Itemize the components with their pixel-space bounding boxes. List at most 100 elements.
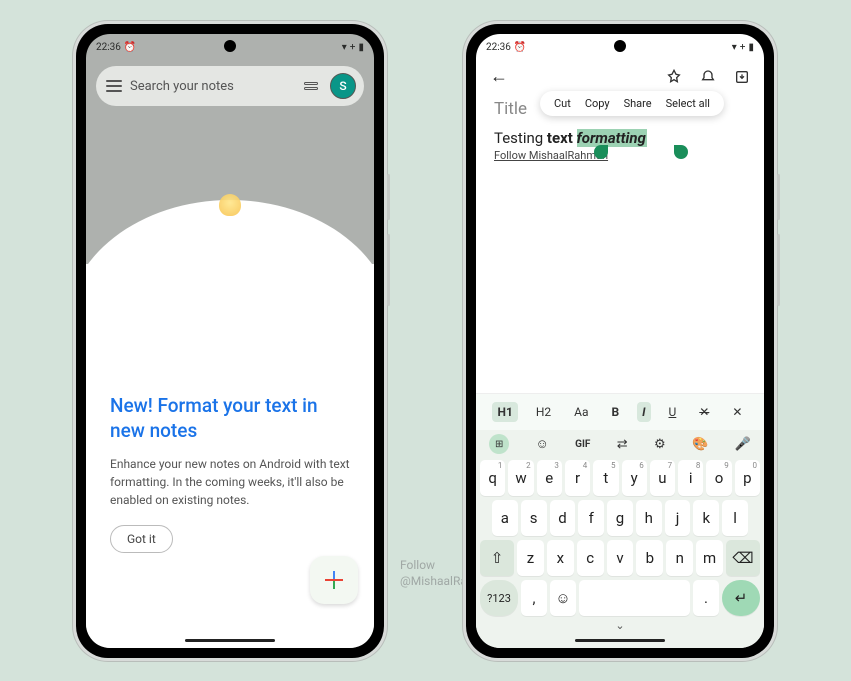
gesture-bar[interactable] (185, 639, 275, 642)
key-k[interactable]: k (693, 500, 719, 536)
fmt-bold[interactable]: B (606, 402, 624, 422)
fmt-italic[interactable]: I (637, 402, 650, 422)
wifi-icon: ▾ (732, 42, 737, 53)
wifi-icon: ▾ (342, 42, 347, 53)
selection-handle-end[interactable] (674, 145, 688, 159)
search-bar[interactable]: Search your notes S (96, 66, 364, 106)
alarm-icon: ⏰ (124, 42, 136, 53)
key-symbols[interactable]: ?123 (480, 580, 518, 616)
key-h[interactable]: h (636, 500, 662, 536)
archive-icon[interactable] (734, 69, 750, 85)
phone-frame-right: 22:36 ⏰ ▾ + ▮ ← Title Cut Copy Share (466, 24, 774, 658)
promo-title: New! Format your text in new notes (110, 394, 350, 443)
title-input[interactable]: Title (494, 99, 527, 119)
alarm-icon: ⏰ (514, 42, 526, 53)
got-it-button[interactable]: Got it (110, 525, 173, 553)
ctx-copy[interactable]: Copy (585, 97, 610, 110)
plus-icon: + (740, 42, 746, 53)
kb-settings-icon[interactable]: ⚙ (654, 437, 666, 452)
note-body[interactable]: Testing text formatting Follow MishaalRa… (476, 119, 764, 162)
key-j[interactable]: j (665, 500, 691, 536)
key-d[interactable]: d (550, 500, 576, 536)
key-o[interactable]: o9 (706, 460, 731, 496)
format-toolbar: H1 H2 Aa B I U ✕̵ ✕ (476, 393, 764, 430)
body-text-bold: text (547, 129, 577, 147)
ctx-cut[interactable]: Cut (554, 97, 571, 110)
key-emoji[interactable]: ☺ (550, 580, 576, 616)
key-z[interactable]: z (517, 540, 544, 576)
key-backspace[interactable]: ⌫ (726, 540, 760, 576)
promo-body: Enhance your new notes on Android with t… (110, 455, 350, 509)
plus-icon (325, 571, 343, 589)
key-s[interactable]: s (521, 500, 547, 536)
kb-row-1: q1w2e3r4t5y6u7i8o9p0 (476, 458, 764, 498)
editor-toolbar: ← (476, 56, 764, 91)
new-note-fab[interactable] (310, 556, 358, 604)
kb-grid-icon[interactable]: ⊞ (489, 434, 509, 454)
kb-collapse-icon[interactable]: ⌄ (476, 618, 764, 635)
ctx-share[interactable]: Share (624, 97, 652, 110)
battery-icon: ▮ (748, 42, 754, 53)
kb-row-4: ?123,☺ .↵ (476, 578, 764, 618)
key-p[interactable]: p0 (735, 460, 760, 496)
fmt-close[interactable]: ✕ (727, 402, 747, 422)
ctx-select-all[interactable]: Select all (666, 97, 710, 110)
status-time: 22:36 (96, 42, 121, 53)
key-f[interactable]: f (578, 500, 604, 536)
key-enter[interactable]: ↵ (722, 580, 760, 616)
key-space[interactable] (579, 580, 690, 616)
key-l[interactable]: l (722, 500, 748, 536)
kb-sticker-icon[interactable]: ☺ (536, 436, 549, 452)
gesture-bar[interactable] (575, 639, 665, 642)
key-r[interactable]: r4 (565, 460, 590, 496)
key-shift[interactable]: ⇧ (480, 540, 514, 576)
body-line-2: Follow MishaalRahman (494, 149, 746, 162)
key-y[interactable]: y6 (622, 460, 647, 496)
selection-handle-start[interactable] (594, 145, 608, 159)
key-c[interactable]: c (577, 540, 604, 576)
screen-left: 22:36 ⏰ ▾ + ▮ Search your notes S New! F… (86, 34, 374, 648)
key-x[interactable]: x (547, 540, 574, 576)
phone-frame-left: 22:36 ⏰ ▾ + ▮ Search your notes S New! F… (76, 24, 384, 658)
fmt-clear[interactable]: ✕̵ (694, 402, 714, 422)
reminder-icon[interactable] (700, 69, 716, 85)
text-context-menu: Cut Copy Share Select all (540, 91, 724, 116)
key-v[interactable]: v (607, 540, 634, 576)
fmt-h1[interactable]: H1 (492, 402, 517, 422)
body-text-normal: Testing (494, 129, 547, 147)
camera-cutout (224, 40, 236, 52)
key-t[interactable]: t5 (593, 460, 618, 496)
kb-translate-icon[interactable]: ⇄ (617, 437, 628, 452)
key-b[interactable]: b (636, 540, 663, 576)
back-button[interactable]: ← (490, 66, 508, 87)
fmt-aa[interactable]: Aa (569, 402, 593, 422)
key-g[interactable]: g (607, 500, 633, 536)
key-u[interactable]: u7 (650, 460, 675, 496)
fmt-underline[interactable]: U (664, 402, 682, 422)
kb-row-2: asdfghjkl (476, 498, 764, 538)
key-w[interactable]: w2 (508, 460, 533, 496)
status-time: 22:36 (486, 42, 511, 53)
avatar[interactable]: S (330, 73, 356, 99)
key-i[interactable]: i8 (678, 460, 703, 496)
key-a[interactable]: a (492, 500, 518, 536)
battery-icon: ▮ (358, 42, 364, 53)
plus-icon: + (350, 42, 356, 53)
key-comma[interactable]: , (521, 580, 547, 616)
screen-right: 22:36 ⏰ ▾ + ▮ ← Title Cut Copy Share (476, 34, 764, 648)
camera-cutout (614, 40, 626, 52)
menu-icon[interactable] (106, 80, 122, 92)
pin-icon[interactable] (666, 69, 682, 85)
keyboard-toolbar: ⊞ ☺ GIF ⇄ ⚙ 🎨 🎤 (476, 430, 764, 458)
key-m[interactable]: m (696, 540, 723, 576)
key-e[interactable]: e3 (537, 460, 562, 496)
kb-palette-icon[interactable]: 🎨 (692, 437, 708, 452)
key-period[interactable]: . (693, 580, 719, 616)
keyboard: ⊞ ☺ GIF ⇄ ⚙ 🎨 🎤 q1w2e3r4t5y6u7i8o9p0 asd… (476, 430, 764, 648)
kb-gif-icon[interactable]: GIF (575, 439, 590, 450)
key-n[interactable]: n (666, 540, 693, 576)
kb-mic-icon[interactable]: 🎤 (735, 437, 751, 452)
view-toggle-icon[interactable] (304, 82, 318, 90)
fmt-h2[interactable]: H2 (531, 402, 556, 422)
key-q[interactable]: q1 (480, 460, 505, 496)
